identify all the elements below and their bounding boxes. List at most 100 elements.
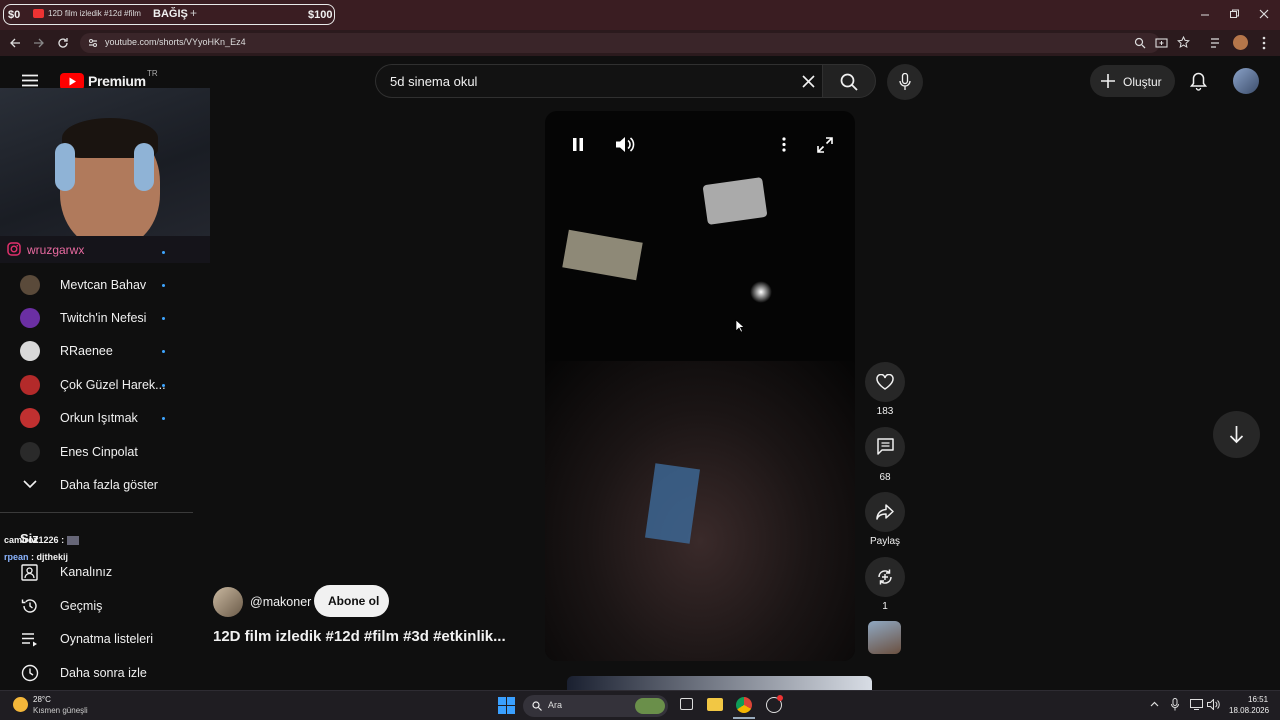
new-tab-button[interactable]: +: [190, 6, 197, 20]
short-title[interactable]: 12D film izledik #12d #film #3d #etkinli…: [213, 628, 506, 645]
weather-sun-icon[interactable]: [13, 697, 28, 712]
taskbar-search-placeholder: Ara: [548, 700, 563, 710]
restore-icon[interactable]: [1229, 9, 1239, 19]
sound-thumbnail[interactable]: [868, 621, 901, 654]
install-app-icon[interactable]: [1155, 37, 1168, 49]
subscription-label: Enes Cinpolat: [60, 445, 138, 459]
active-app-indicator: [733, 717, 755, 719]
donation-left: $0: [8, 9, 21, 21]
remix-button[interactable]: [865, 557, 905, 597]
profile-avatar[interactable]: [1233, 35, 1248, 50]
like-count: 183: [876, 406, 894, 417]
chevron-up-icon[interactable]: [1150, 701, 1159, 707]
clock-time[interactable]: 16:51: [1248, 695, 1268, 704]
show-more-button[interactable]: Daha fazla göster: [0, 469, 193, 502]
chrome-icon[interactable]: [736, 697, 752, 713]
voice-search-button[interactable]: [887, 64, 923, 100]
back-arrow-icon[interactable]: [9, 37, 21, 49]
channel-handle[interactable]: @makoner: [250, 595, 311, 609]
weather-temperature: 28°C: [33, 695, 51, 704]
fullscreen-icon[interactable]: [817, 137, 833, 153]
search-input[interactable]: 5d sinema okul: [375, 64, 823, 98]
speaker-icon[interactable]: [1207, 699, 1220, 710]
close-window-icon[interactable]: [1259, 9, 1269, 19]
history-icon: [21, 599, 37, 613]
subscribe-label: Abone ol: [328, 594, 380, 608]
arrow-down-icon: [1229, 426, 1244, 444]
url-text[interactable]: youtube.com/shorts/VYyoHKn_Ez4: [105, 37, 246, 47]
next-short-button[interactable]: [1213, 411, 1260, 458]
next-short-preview[interactable]: [567, 676, 872, 690]
file-explorer-icon[interactable]: [707, 698, 723, 711]
site-info-icon[interactable]: [87, 37, 99, 49]
zoom-icon[interactable]: [1134, 37, 1146, 49]
subscription-item[interactable]: Mevtcan Bahav: [0, 269, 193, 302]
clock-date[interactable]: 18.08.2026: [1229, 706, 1269, 715]
comments-button[interactable]: [865, 427, 905, 467]
sidebar-item-your-channel[interactable]: Kanalınız: [0, 556, 193, 589]
donation-right: $100: [308, 9, 333, 21]
instagram-overlay: wruzgarwx: [0, 236, 210, 263]
search-query[interactable]: 5d sinema okul: [390, 74, 477, 89]
subscription-item[interactable]: Enes Cinpolat: [0, 436, 193, 469]
hamburger-menu-icon[interactable]: [22, 74, 38, 87]
share-button[interactable]: [865, 492, 905, 532]
search-button[interactable]: [822, 64, 876, 98]
reading-list-icon[interactable]: [1210, 37, 1223, 49]
subscription-item[interactable]: Çok Güzel Harek...: [0, 369, 193, 402]
clear-search-icon[interactable]: [802, 75, 815, 88]
remix-icon: [878, 569, 892, 585]
task-view-icon[interactable]: [680, 698, 693, 710]
sidebar-item-watch-later[interactable]: Daha sonra izle: [0, 657, 193, 690]
microphone-icon: [899, 73, 911, 90]
headphone-right: [134, 143, 154, 191]
browser-tab-title[interactable]: 12D film izledik #12d #film: [48, 9, 141, 18]
show-more-label: Daha fazla göster: [60, 478, 158, 492]
channel-avatar: [20, 275, 40, 295]
comment-icon: [877, 438, 894, 455]
more-options-icon[interactable]: [782, 137, 786, 152]
new-content-dot: [162, 384, 165, 387]
subscription-item[interactable]: RRaenee: [0, 335, 193, 368]
create-label: Oluştur: [1123, 75, 1162, 89]
display-icon[interactable]: [1190, 699, 1203, 710]
subscribe-button[interactable]: Abone ol: [314, 585, 389, 617]
account-avatar[interactable]: [1233, 68, 1259, 94]
search-icon: [532, 701, 542, 711]
new-content-dot: [162, 317, 165, 320]
sidebar-item-playlists[interactable]: Oynatma listeleri: [0, 623, 193, 656]
notifications-bell-icon[interactable]: [1190, 72, 1207, 91]
pause-icon[interactable]: [572, 137, 584, 152]
browser-menu-icon[interactable]: [1262, 36, 1266, 50]
share-icon: [876, 504, 894, 520]
subscription-label: Orkun Işıtmak: [60, 411, 138, 425]
short-video-player[interactable]: [545, 111, 855, 661]
subscription-item[interactable]: Orkun Işıtmak: [0, 402, 193, 435]
mouse-cursor-icon: [735, 319, 744, 333]
browser-tab-bar: $0 12D film izledik #12d #film BAĞIŞ + $…: [0, 0, 1280, 30]
new-content-dot: [162, 417, 165, 420]
volume-icon[interactable]: [615, 136, 635, 153]
subscription-label: Çok Güzel Harek...: [60, 378, 166, 392]
youtube-premium-label: Premium: [88, 73, 146, 89]
create-button[interactable]: Oluştur: [1090, 65, 1175, 97]
minimize-icon[interactable]: [1200, 10, 1210, 20]
sidebar-item-history[interactable]: Geçmiş: [0, 590, 193, 623]
bookmark-star-icon[interactable]: [1177, 36, 1190, 49]
projector: [702, 177, 768, 225]
youtube-favicon-icon: [33, 9, 44, 18]
subscription-item[interactable]: Twitch'in Nefesi: [0, 302, 193, 335]
microphone-icon[interactable]: [1171, 698, 1179, 711]
forward-arrow-icon[interactable]: [33, 37, 45, 49]
channel-avatar[interactable]: [213, 587, 243, 617]
search-highlight-image: [635, 698, 665, 714]
like-button[interactable]: [865, 362, 905, 402]
taskbar-search[interactable]: Ara: [523, 695, 668, 717]
subscription-label: RRaenee: [60, 344, 113, 358]
reload-icon[interactable]: [57, 37, 69, 49]
plus-icon: [1101, 74, 1115, 88]
windows-start-icon[interactable]: [498, 697, 515, 714]
headphone-left: [55, 143, 75, 191]
channel-avatar: [20, 442, 40, 462]
chat-username: camirox1226: [4, 535, 59, 545]
